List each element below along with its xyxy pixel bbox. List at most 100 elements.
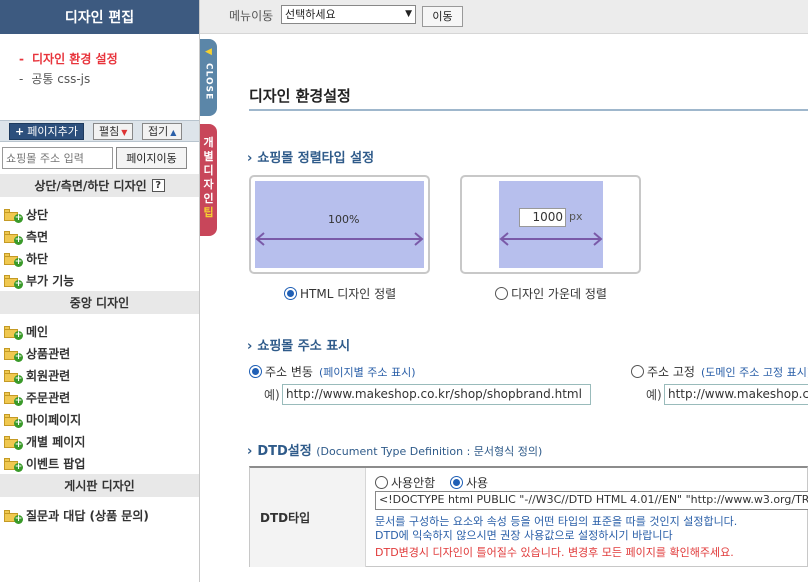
tree-item-label: 개별 페이지: [26, 435, 86, 449]
tree-item-label: 질문과 대답 (상품 문의): [26, 509, 149, 523]
chevron-down-icon: ▼: [405, 9, 412, 19]
radio-dtd-on[interactable]: [450, 476, 463, 489]
tree-item-label: 마이페이지: [26, 413, 82, 427]
radio-html-align[interactable]: [284, 287, 297, 300]
tree-item-event-popup[interactable]: + 이벤트 팝업: [4, 455, 85, 472]
section-title-address: › 쇼핑몰 주소 표시: [247, 335, 350, 354]
tip-char: 팁: [203, 206, 214, 219]
tree-item-mypage[interactable]: + 마이페이지: [4, 411, 81, 428]
tree-item-custom-page[interactable]: + 개별 페이지: [4, 433, 85, 450]
move-button[interactable]: 이동: [422, 6, 463, 27]
tip-char: 디: [203, 164, 214, 177]
tree-item-label: 메인: [26, 325, 49, 339]
align-center-preview[interactable]: 1000 px: [460, 175, 641, 274]
folder-add-icon: +: [4, 369, 23, 384]
expand-button[interactable]: 펼침 ▼: [93, 123, 134, 140]
sidebar-toolbar: + 페이지추가 펼침 ▼ 접기 ▲: [0, 120, 199, 142]
chevron-right-icon: ›: [247, 339, 253, 354]
page-move-button[interactable]: 페이지이동: [116, 147, 187, 169]
sidebar-title: 디자인 편집: [0, 0, 199, 34]
align-full-preview[interactable]: 100%: [249, 175, 430, 274]
caret-up-icon: ▲: [170, 128, 177, 137]
collapse-button[interactable]: 접기 ▲: [142, 123, 183, 140]
tree-item-product[interactable]: + 상품관련: [4, 345, 70, 362]
section-title: 상단/측면/하단 디자인: [34, 179, 147, 193]
sidebar-link-design-settings[interactable]: - 디자인 환경 설정: [19, 50, 118, 67]
tree-item-member[interactable]: + 회원관련: [4, 367, 70, 384]
section-title-text: 쇼핑몰 주소 표시: [257, 339, 351, 354]
top-bar: 메뉴이동 선택하세요 ▼ 이동: [200, 0, 808, 34]
page-title: 디자인 환경설정: [249, 87, 351, 105]
width-value: 1000: [532, 210, 563, 224]
help-icon[interactable]: ?: [151, 179, 165, 192]
dtd-note-2: DTD에 익숙하지 않으시면 권장 사용값으로 설정하시기 바랍니다: [375, 529, 673, 542]
doctype-input[interactable]: <!DOCTYPE html PUBLIC "-//W3C//DTD HTML …: [375, 491, 808, 510]
example-label: 예): [646, 388, 662, 402]
section-header-board: 게시판 디자인: [0, 474, 199, 497]
bullet: -: [19, 52, 24, 66]
tree-item-label: 주문관련: [26, 391, 71, 405]
folder-add-icon: +: [4, 391, 23, 406]
radio-label: HTML 디자인 정렬: [300, 287, 397, 301]
shop-address-input[interactable]: [2, 147, 113, 169]
tree-item-side[interactable]: + 측면: [4, 228, 48, 245]
tree-item-header[interactable]: + 상단: [4, 206, 48, 223]
width-value-box[interactable]: 1000: [519, 208, 566, 227]
folder-add-icon: +: [4, 509, 23, 524]
radio-address-change[interactable]: [249, 365, 262, 378]
sidebar: 디자인 편집 - 디자인 환경 설정 - 공통 css-js + 페이지추가 펼침 ▼ …: [0, 0, 200, 582]
tree-item-footer[interactable]: + 하단: [4, 250, 48, 267]
tree-item-order[interactable]: + 주문관련: [4, 389, 70, 406]
app-root: 디자인 편집 - 디자인 환경 설정 - 공통 css-js + 페이지추가 펼침 ▼ …: [0, 0, 808, 582]
tip-char: 인: [203, 192, 214, 205]
folder-add-icon: +: [4, 457, 23, 472]
section-header-layout: 상단/측면/하단 디자인?: [0, 174, 199, 197]
tree-item-main[interactable]: + 메인: [4, 323, 48, 340]
design-tip-tab[interactable]: 개 별 디 자 인 팁: [200, 124, 217, 236]
example-url-fixed: http://www.makeshop.co.kr: [664, 384, 808, 405]
sidebar-link-label: 공통 css-js: [31, 72, 91, 86]
section-title-text: DTD설정: [257, 444, 312, 459]
tree-item-label: 하단: [26, 252, 49, 266]
add-page-button[interactable]: + 페이지추가: [9, 123, 84, 140]
address-fixed-option[interactable]: 주소 고정 (도메인 주소 고정 표시): [631, 363, 808, 380]
section-title-align: › 쇼핑몰 정렬타입 설정: [247, 147, 374, 166]
section-title: 게시판 디자인: [64, 479, 135, 493]
dtd-on-option[interactable]: 사용: [450, 474, 488, 491]
radio-address-fixed[interactable]: [631, 365, 644, 378]
tree-item-qna[interactable]: + 질문과 대답 (상품 문의): [4, 507, 149, 524]
caret-down-icon: ▼: [121, 128, 128, 137]
chevron-right-icon: ›: [247, 444, 253, 459]
close-sidebar-tab[interactable]: ◀ CLOSE: [200, 39, 217, 116]
add-page-label: 페이지추가: [27, 125, 78, 138]
radio-label: 주소 변동: [265, 365, 313, 379]
tip-char: 별: [203, 150, 214, 163]
folder-add-icon: +: [4, 325, 23, 340]
folder-add-icon: +: [4, 274, 23, 289]
address-change-option[interactable]: 주소 변동 (페이지별 주소 표시): [249, 363, 416, 380]
bullet: -: [19, 72, 24, 86]
radio-sublabel: (도메인 주소 고정 표시): [700, 365, 808, 379]
radio-center-align[interactable]: [495, 287, 508, 300]
tree-item-label: 상단: [26, 208, 49, 222]
menu-move-label: 메뉴이동: [229, 9, 274, 23]
menu-select[interactable]: 선택하세요 ▼: [281, 5, 416, 24]
tree-item-label: 상품관련: [26, 347, 71, 361]
tip-char: 개: [203, 136, 214, 149]
folder-add-icon: +: [4, 413, 23, 428]
section-title: 중앙 디자인: [69, 296, 130, 310]
sidebar-link-common-css-js[interactable]: - 공통 css-js: [19, 70, 90, 87]
align-full-option[interactable]: HTML 디자인 정렬: [284, 285, 396, 302]
dtd-table: DTD타입 사용안함 사용 <!DOCTYPE html PUBLIC "-//…: [249, 466, 808, 567]
folder-add-icon: +: [4, 208, 23, 223]
tip-char: 자: [203, 178, 214, 191]
align-center-option[interactable]: 디자인 가운데 정렬: [495, 285, 607, 302]
tree-item-extra[interactable]: + 부가 기능: [4, 272, 74, 289]
folder-add-icon: +: [4, 252, 23, 267]
radio-dtd-off[interactable]: [375, 476, 388, 489]
dtd-off-option[interactable]: 사용안함: [375, 474, 435, 491]
plus-icon: +: [15, 125, 25, 138]
title-divider: [249, 109, 808, 111]
width-unit: px: [569, 210, 583, 223]
folder-add-icon: +: [4, 435, 23, 450]
